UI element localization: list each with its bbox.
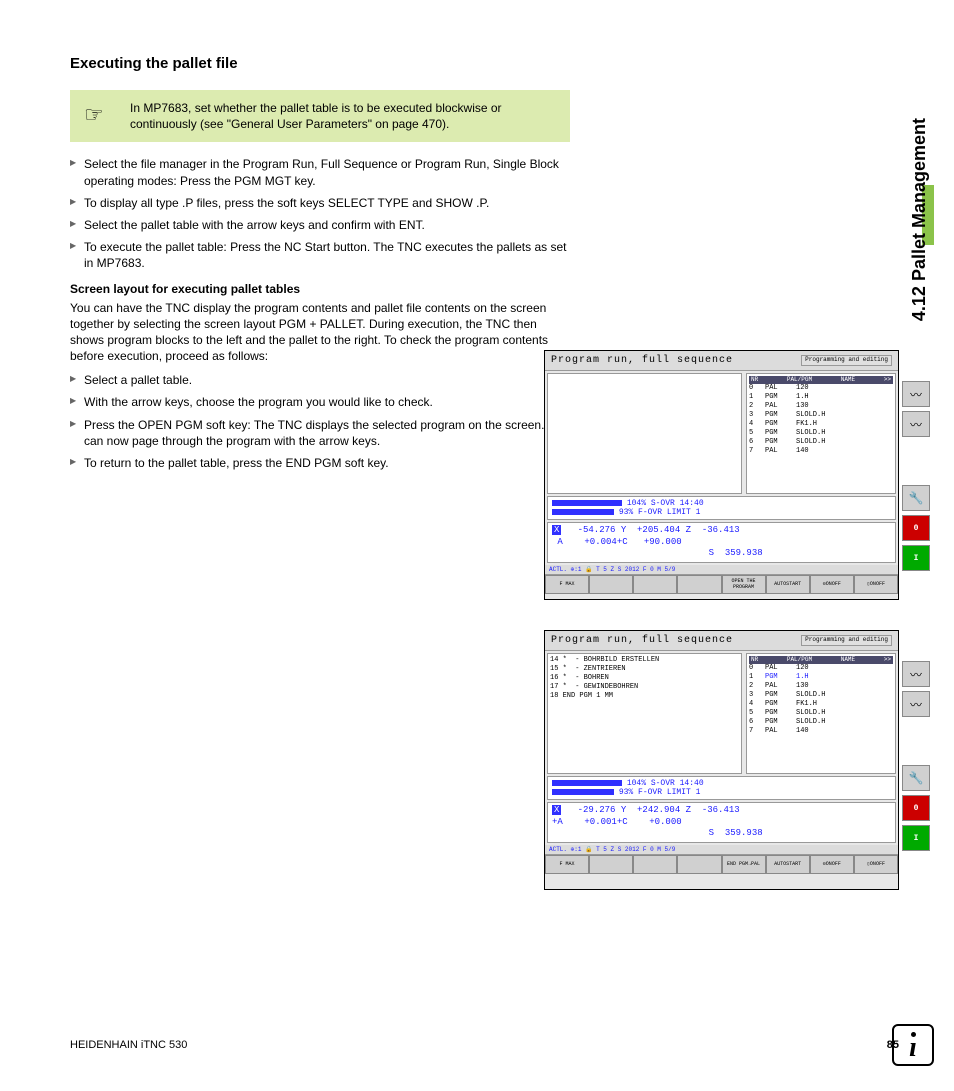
list-item: Select a pallet table.	[70, 372, 570, 388]
list-item: To display all type .P files, press the …	[70, 195, 570, 211]
page-title: Executing the pallet file	[70, 55, 570, 72]
position-display: X -29.276 Y +242.904 Z -36.413 +A +0.001…	[547, 802, 896, 843]
position-display: X -54.276 Y +205.404 Z -36.413 A +0.004+…	[547, 522, 896, 563]
softkey-autostart[interactable]: AUTOSTART	[766, 855, 810, 874]
pallet-pane: NRPAL/PGMNAME>> 0PAL1201PGM1.H2PAL1303PG…	[746, 373, 896, 494]
list-item: With the arrow keys, choose the program …	[70, 394, 570, 410]
override-display: 104% S-OVR 14:40 93% F-OVR LIMIT 1	[547, 496, 896, 520]
product-name: HEIDENHAIN iTNC 530	[70, 1039, 187, 1051]
softkey-toggle[interactable]: ▯ONOFF	[854, 575, 898, 594]
softkey-open-pgm[interactable]: OPEN THE PROGRAM	[722, 575, 766, 594]
side-tab-label: 4.12 Pallet Management	[909, 118, 930, 321]
side-icon[interactable]: 〰	[902, 691, 930, 717]
softkey-end-pgm[interactable]: END PGM→PAL	[722, 855, 766, 874]
screen-submode: Programming and editing	[801, 355, 892, 366]
side-icon[interactable]: 〰	[902, 661, 930, 687]
step-list-2: Select a pallet table. With the arrow key…	[70, 372, 570, 471]
side-icon[interactable]: 🔧	[902, 485, 930, 511]
start-indicator[interactable]: I	[902, 545, 930, 571]
tnc-screenshot-1: Program run, full sequence Programming a…	[544, 350, 899, 600]
side-icon[interactable]: 〰	[902, 411, 930, 437]
screen-submode: Programming and editing	[801, 635, 892, 646]
start-indicator[interactable]: I	[902, 825, 930, 851]
info-icon: ı	[892, 1024, 934, 1066]
list-item: To execute the pallet table: Press the N…	[70, 239, 570, 271]
program-pane	[547, 373, 742, 494]
program-pane: 14 * - BOHRBILD ERSTELLEN 15 * - ZENTRIE…	[547, 653, 742, 774]
softkey-row: F MAX OPEN THE PROGRAM AUTOSTART ⊙ONOFF …	[545, 574, 898, 594]
side-icon[interactable]: 🔧	[902, 765, 930, 791]
list-item: Select the file manager in the Program R…	[70, 156, 570, 188]
note-text: In MP7683, set whether the pallet table …	[130, 101, 502, 131]
list-item: Select the pallet table with the arrow k…	[70, 217, 570, 233]
pallet-pane: NRPAL/PGMNAME>> 0PAL1201PGM1.H2PAL1303PG…	[746, 653, 896, 774]
paragraph: You can have the TNC display the program…	[70, 300, 570, 365]
note-box: ☞ In MP7683, set whether the pallet tabl…	[70, 90, 570, 142]
softkey-row: F MAX END PGM→PAL AUTOSTART ⊙ONOFF ▯ONOF…	[545, 854, 898, 874]
softkey-on-off[interactable]: ⊙ONOFF	[810, 575, 854, 594]
softkey-on-off[interactable]: ⊙ONOFF	[810, 855, 854, 874]
stop-indicator[interactable]: 0	[902, 515, 930, 541]
screen-mode: Program run, full sequence	[551, 355, 733, 366]
softkey-autostart[interactable]: AUTOSTART	[766, 575, 810, 594]
hand-icon: ☞	[84, 100, 104, 130]
tnc-screenshot-2: Program run, full sequence Programming a…	[544, 630, 899, 890]
side-tab: 4.12 Pallet Management	[904, 55, 934, 385]
override-display: 104% S-OVR 14:40 93% F-OVR LIMIT 1	[547, 776, 896, 800]
softkey-fmax[interactable]: F MAX	[545, 855, 589, 874]
list-item: To return to the pallet table, press the…	[70, 455, 570, 471]
list-item: Press the OPEN PGM soft key: The TNC dis…	[70, 417, 570, 449]
stop-indicator[interactable]: 0	[902, 795, 930, 821]
side-icon[interactable]: 〰	[902, 381, 930, 407]
status-line: ACTL. ⊕:1 🔒 T 5 Z S 2012 F 0 M 5/9	[545, 565, 898, 574]
subheading: Screen layout for executing pallet table…	[70, 282, 570, 296]
status-line: ACTL. ⊕:1 🔒 T 5 Z S 2012 F 0 M 5/9	[545, 845, 898, 854]
step-list-1: Select the file manager in the Program R…	[70, 156, 570, 271]
softkey-fmax[interactable]: F MAX	[545, 575, 589, 594]
screen-mode: Program run, full sequence	[551, 635, 733, 646]
softkey-toggle[interactable]: ▯ONOFF	[854, 855, 898, 874]
page-footer: HEIDENHAIN iTNC 530 85	[70, 1039, 899, 1051]
